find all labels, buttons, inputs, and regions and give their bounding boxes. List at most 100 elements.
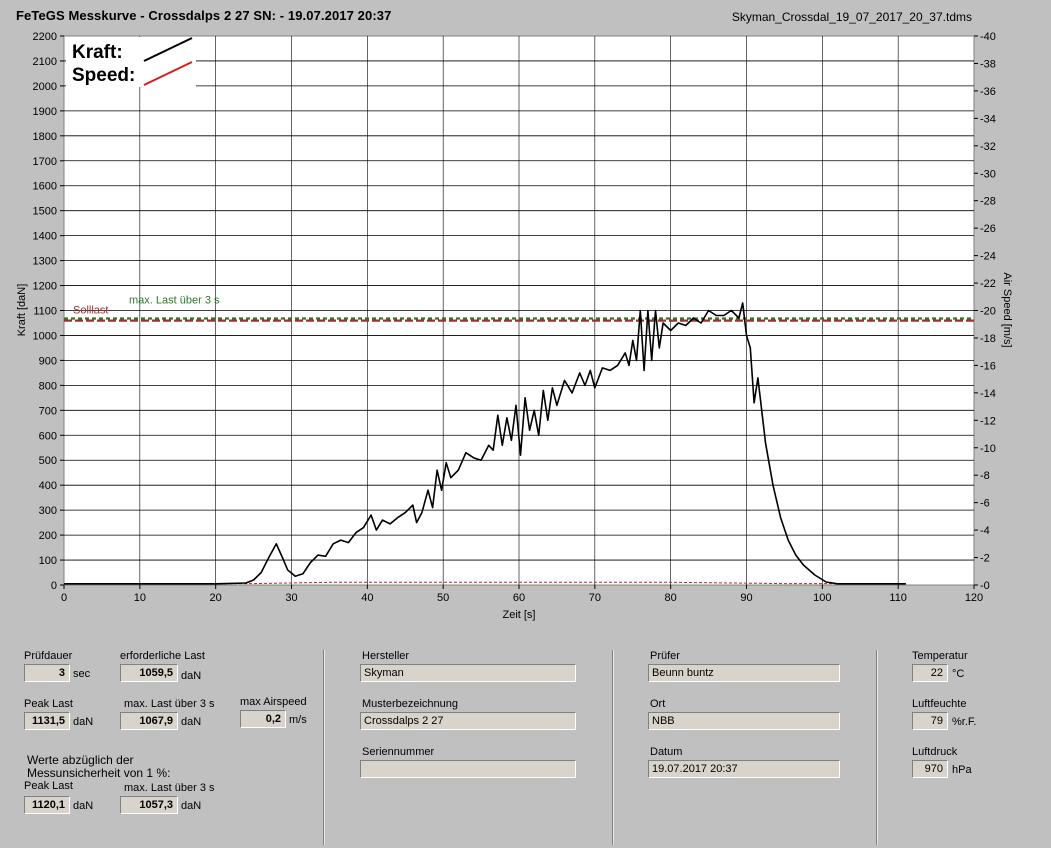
panel-separator <box>876 650 878 845</box>
panel-separator <box>323 650 325 845</box>
y-tick-label: 100 <box>39 555 57 567</box>
erforderliche-last-label: erforderliche Last <box>120 650 205 662</box>
datum-label: Datum <box>650 746 683 758</box>
luftdruck-unit: hPa <box>952 764 972 776</box>
luftfeuchte-value: 79 <box>912 712 948 730</box>
erforderliche-last-value: 1059,5 <box>120 664 178 682</box>
seriennummer-label: Seriennummer <box>362 746 435 758</box>
legend-kraft-label: Kraft: <box>72 42 123 63</box>
y2-tick-labels: -0 -2 -4 -6 -8 -10 -12 -14 -16 -18 -20 -22 -24 -26 -28… <box>974 31 996 592</box>
y-tick-label: 1600 <box>33 181 57 193</box>
y2-tick-label: -8 <box>980 470 990 482</box>
y-tick-label: 1200 <box>33 281 57 293</box>
y-tick-label: 1500 <box>33 206 57 218</box>
x-tick-label: 60 <box>513 592 525 604</box>
hersteller-field[interactable]: Skyman <box>360 664 576 682</box>
temperatur-unit: °C <box>952 668 965 680</box>
x-tick-label: 40 <box>361 592 373 604</box>
y2-tick-label: -14 <box>980 388 996 400</box>
y-tick-label: 700 <box>39 405 57 417</box>
y-tick-label: 0 <box>51 580 57 592</box>
x-tick-label: 50 <box>437 592 449 604</box>
horizontal-grid <box>64 60 974 561</box>
y2-tick-label: -24 <box>980 251 996 263</box>
y-axis-label: Kraft [daN] <box>16 284 28 337</box>
peak-last-corr-unit: daN <box>73 800 94 812</box>
max-last-corr-unit: daN <box>181 800 202 812</box>
peak-last-corr-label: Peak Last <box>24 780 73 792</box>
y2-tick-label: -2 <box>980 553 990 565</box>
y2-tick-label: -28 <box>980 196 996 208</box>
luftfeuchte-label: Luftfeuchte <box>912 698 967 710</box>
hersteller-label: Hersteller <box>362 650 410 662</box>
reference-line-label: Solllast <box>73 305 108 317</box>
y-tick-label: 600 <box>39 430 57 442</box>
panel-separator <box>612 650 614 845</box>
x-tick-label: 20 <box>210 592 222 604</box>
y2-tick-label: -26 <box>980 223 996 235</box>
x-axis-label: Zeit [s] <box>502 609 535 621</box>
pruefdauer-unit: sec <box>73 668 91 680</box>
y2-tick-label: -18 <box>980 333 996 345</box>
y2-tick-label: -40 <box>980 31 996 43</box>
y2-tick-label: -36 <box>980 86 996 98</box>
y2-tick-label: -4 <box>980 525 990 537</box>
y2-tick-label: -0 <box>980 580 990 592</box>
y-tick-label: 2100 <box>33 56 57 68</box>
datum-field[interactable]: 19.07.2017 20:37 <box>648 760 840 778</box>
y-tick-label: 200 <box>39 530 57 542</box>
x-tick-labels: 0 10 20 30 40 50 60 70 80 90 100 110 120 <box>61 585 983 604</box>
luftdruck-label: Luftdruck <box>912 746 958 758</box>
x-tick-label: 100 <box>813 592 831 604</box>
x-tick-label: 30 <box>285 592 297 604</box>
y2-tick-label: -38 <box>980 58 996 70</box>
x-tick-label: 90 <box>740 592 752 604</box>
musterbezeichnung-field[interactable]: Crossdalps 2 27 <box>360 712 576 730</box>
measurement-chart: 0 10 20 30 40 50 60 70 80 90 100 110 120 0 100 200 300 4… <box>16 31 1013 621</box>
y-tick-label: 800 <box>39 380 57 392</box>
max-airspeed-unit: m/s <box>289 714 307 726</box>
y-tick-label: 1900 <box>33 106 57 118</box>
y-tick-labels: 0 100 200 300 400 500 600 700 800 900 1000 1100 1200… <box>33 31 64 592</box>
y-tick-label: 300 <box>39 505 57 517</box>
max-last-label: max. Last über 3 s <box>124 698 215 710</box>
y-tick-label: 1300 <box>33 256 57 268</box>
temperatur-label: Temperatur <box>912 650 968 662</box>
pruefer-field[interactable]: Beunn buntz <box>648 664 840 682</box>
x-tick-label: 0 <box>61 592 67 604</box>
y2-tick-label: -6 <box>980 498 990 510</box>
max-last-corr-label: max. Last über 3 s <box>124 782 215 794</box>
peak-last-unit: daN <box>73 716 94 728</box>
x-tick-label: 110 <box>889 592 907 604</box>
x-tick-label: 120 <box>965 592 983 604</box>
musterbezeichnung-label: Musterbezeichnung <box>362 698 459 710</box>
y-tick-label: 1700 <box>33 156 57 168</box>
x-tick-label: 70 <box>589 592 601 604</box>
y2-tick-label: -22 <box>980 278 996 290</box>
erforderliche-last-unit: daN <box>181 670 202 682</box>
y2-tick-label: -34 <box>980 113 996 125</box>
pruefdauer-label: Prüfdauer <box>24 650 73 662</box>
ort-field[interactable]: NBB <box>648 712 840 730</box>
max-airspeed-label: max Airspeed <box>240 696 307 708</box>
peak-last-value: 1131,5 <box>24 712 70 730</box>
luftfeuchte-unit: %r.F. <box>952 716 977 728</box>
y-tick-label: 1800 <box>33 131 57 143</box>
y2-axis-label: Air Speed [m/s] <box>1001 272 1013 347</box>
legend: Kraft: Speed: <box>66 37 196 87</box>
luftdruck-value: 970 <box>912 760 948 778</box>
max-last-value: 1067,9 <box>120 712 178 730</box>
max-airspeed-value: 0,2 <box>240 710 286 728</box>
y2-tick-label: -10 <box>980 443 996 455</box>
pruefdauer-value: 3 <box>24 664 70 682</box>
seriennummer-field[interactable] <box>360 760 576 778</box>
peak-last-corr-value: 1120,1 <box>24 796 70 814</box>
x-tick-label: 80 <box>665 592 677 604</box>
y-tick-label: 900 <box>39 355 57 367</box>
x-tick-label: 10 <box>134 592 146 604</box>
y-tick-label: 500 <box>39 455 57 467</box>
y-tick-label: 1400 <box>33 231 57 243</box>
max-last-corr-value: 1057,3 <box>120 796 178 814</box>
y-tick-label: 2200 <box>33 31 57 43</box>
reference-line-label: max. Last über 3 s <box>129 295 220 307</box>
